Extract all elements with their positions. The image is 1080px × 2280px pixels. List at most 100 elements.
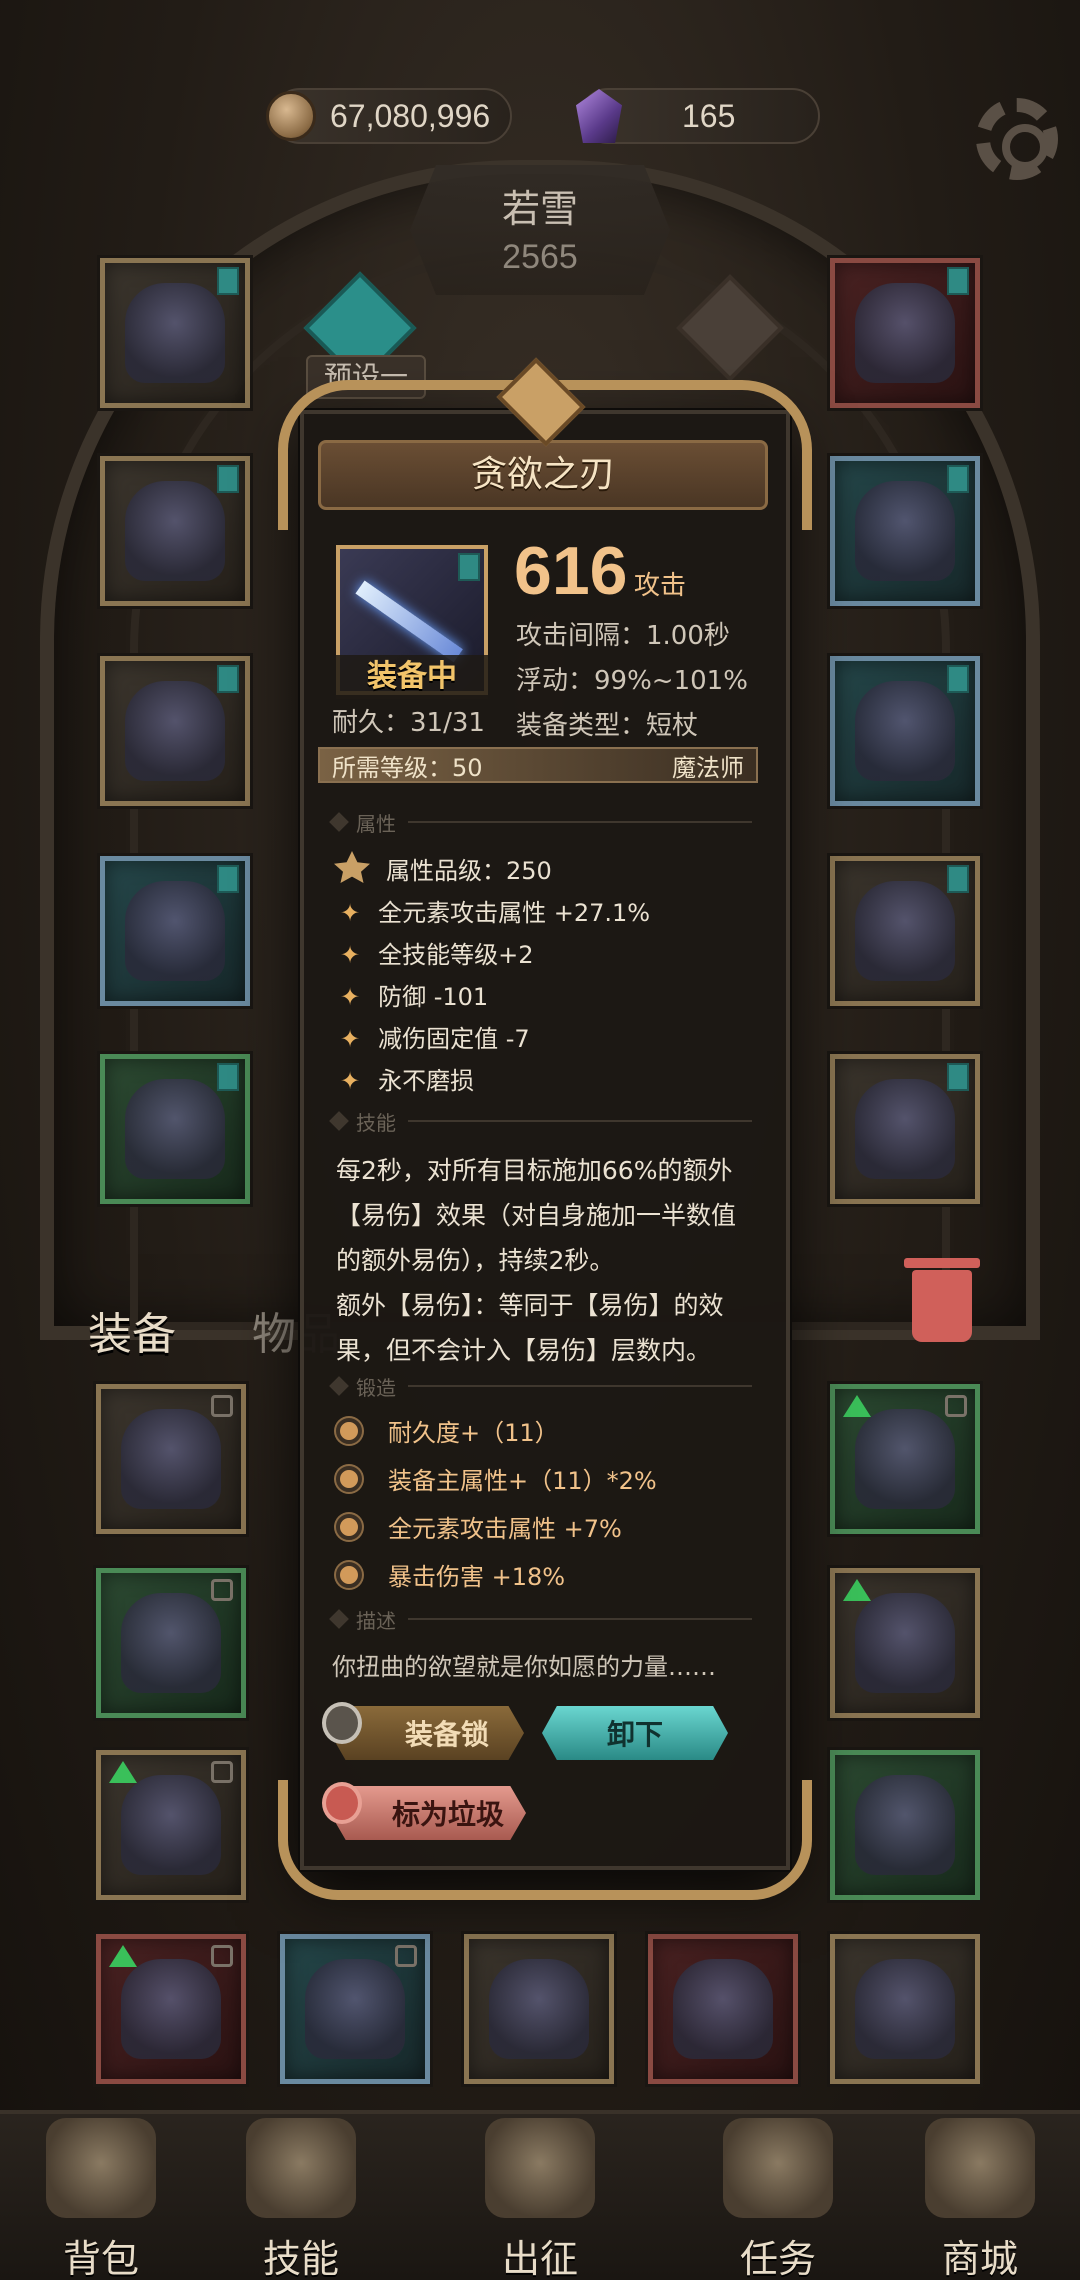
equip-slot-necklace[interactable] xyxy=(830,258,980,408)
forge-text: 暴击伤害 +18% xyxy=(388,1563,566,1591)
skill-line: 的额外易伤），持续2秒。 xyxy=(336,1246,615,1275)
item-description: 你扭曲的欲望就是你如愿的力量…… xyxy=(332,1653,716,1681)
quest-icon xyxy=(723,2118,833,2218)
blade-icon xyxy=(673,1959,773,2059)
boot-icon xyxy=(305,1959,405,2059)
twisted-staff-icon xyxy=(855,1959,955,2059)
equip-slot-cloak[interactable] xyxy=(100,456,250,606)
tag-icon xyxy=(217,1063,239,1091)
equipped-badge: 装备中 xyxy=(336,655,488,699)
class-requirement: 魔法师 xyxy=(672,753,744,782)
nav-skills[interactable]: 技能 xyxy=(226,2118,376,2280)
nav-expedition[interactable]: 出征 xyxy=(465,2118,615,2280)
unequip-button[interactable]: 卸下 xyxy=(542,1706,728,1760)
equip-slot-belt[interactable] xyxy=(830,1054,980,1204)
forge-dot-icon xyxy=(336,1417,362,1444)
staff-icon xyxy=(855,1593,955,1693)
hat-icon xyxy=(121,1409,221,1509)
attack-label: 攻击 xyxy=(634,571,687,601)
inventory-slot[interactable] xyxy=(830,1568,980,1718)
nav-label: 任务 xyxy=(739,2237,816,2280)
forge-dot-icon xyxy=(336,1561,362,1588)
gold-coin-icon xyxy=(266,91,316,141)
equip-slot-helmet[interactable] xyxy=(100,258,250,408)
tag-icon xyxy=(947,465,969,493)
inventory-slot[interactable] xyxy=(96,1934,246,2084)
gold-counter[interactable]: 67,080,996 xyxy=(266,88,512,144)
equip-slot-boots[interactable] xyxy=(100,1054,250,1204)
section-label: 描述 xyxy=(356,1608,396,1633)
equip-slot-gloves[interactable] xyxy=(100,656,250,806)
attack-interval: 攻击间隔：1.00秒 xyxy=(516,621,730,651)
diamond-icon xyxy=(329,1376,349,1396)
nav-label: 技能 xyxy=(262,2237,339,2280)
forge-dot-icon xyxy=(336,1513,362,1540)
nav-label: 商城 xyxy=(941,2237,1018,2280)
section-description: 描述 xyxy=(329,1605,752,1633)
inventory-slot[interactable] xyxy=(96,1750,246,1900)
skill-line: 果，但不会计入【易伤】层数内。 xyxy=(336,1336,712,1365)
expedition-icon xyxy=(485,2118,595,2218)
forge-row: 全元素攻击属性 +7% xyxy=(336,1509,622,1544)
upgrade-arrow-icon xyxy=(843,1395,871,1417)
divider xyxy=(408,1385,752,1387)
necklace-icon xyxy=(855,283,955,383)
nav-shop[interactable]: 商城 xyxy=(905,2118,1055,2280)
inventory-slot[interactable] xyxy=(96,1384,246,1534)
section-label: 属性 xyxy=(356,811,396,836)
sparkle-icon: ✦ xyxy=(340,983,361,1011)
attribute-row: ✦ 全技能等级+2 xyxy=(340,935,534,970)
inventory-slot[interactable] xyxy=(464,1934,614,2084)
gem-amount: 165 xyxy=(682,97,736,134)
sparkle-icon: ✦ xyxy=(340,1025,361,1053)
inventory-slot[interactable] xyxy=(280,1934,430,2084)
inventory-slot[interactable] xyxy=(830,1934,980,2084)
inventory-slot[interactable] xyxy=(830,1750,980,1900)
skill-book-icon xyxy=(246,2118,356,2218)
equip-slot-ring[interactable] xyxy=(830,656,980,806)
inventory-slot[interactable] xyxy=(830,1384,980,1534)
tag-icon xyxy=(947,1063,969,1091)
dress-icon xyxy=(121,1593,221,1693)
equip-slot-bracer[interactable] xyxy=(830,456,980,606)
upgrade-arrow-icon xyxy=(843,1579,871,1601)
equip-type: 装备类型：短杖 xyxy=(516,711,699,741)
gem-counter[interactable]: 165 xyxy=(576,88,820,144)
tab-equipment[interactable]: 装备 xyxy=(88,1298,176,1362)
divider xyxy=(408,1618,752,1620)
attribute-row: ✦ 全元素攻击属性 +27.1% xyxy=(340,893,650,928)
section-label: 锻造 xyxy=(356,1375,396,1400)
lock-icon xyxy=(211,1761,233,1783)
required-level: 所需等级：50 xyxy=(332,753,483,782)
equip-slot-weapon[interactable] xyxy=(830,856,980,1006)
lock-icon xyxy=(211,1945,233,1967)
popup-title-bar: 贪欲之刃 xyxy=(318,440,768,510)
pants-icon xyxy=(125,881,225,981)
lock-icon xyxy=(395,1945,417,1967)
blade-icon xyxy=(355,580,463,663)
section-skill: 技能 xyxy=(329,1107,752,1135)
nav-backpack[interactable]: 背包 xyxy=(26,2118,176,2280)
equip-slot-pants[interactable] xyxy=(100,856,250,1006)
attribute-text: 防御 -101 xyxy=(378,983,489,1011)
bracer-icon xyxy=(855,481,955,581)
belt-bag-icon xyxy=(855,1079,955,1179)
nav-quests[interactable]: 任务 xyxy=(703,2118,853,2280)
attribute-row: ✦ 防御 -101 xyxy=(340,977,488,1012)
inventory-slot[interactable] xyxy=(96,1568,246,1718)
skill-line: 【易伤】效果（对自身施加一半数值 xyxy=(336,1201,737,1230)
settings-gear-icon[interactable] xyxy=(976,98,1058,180)
trash-icon[interactable] xyxy=(904,1258,980,1342)
backpack-icon xyxy=(46,2118,156,2218)
tag-icon xyxy=(217,865,239,893)
button-label: 装备锁 xyxy=(404,1718,489,1751)
skill-description: 每2秒，对所有目标施加66%的额外 【易伤】效果（对自身施加一半数值 的额外易伤… xyxy=(336,1148,756,1373)
lightning-icon xyxy=(855,1775,955,1875)
attribute-text: 全技能等级+2 xyxy=(378,941,534,969)
attribute-row: ✦ 永不磨损 xyxy=(340,1061,474,1096)
lock-icon xyxy=(211,1579,233,1601)
diamond-icon xyxy=(329,1111,349,1131)
inventory-slot[interactable] xyxy=(648,1934,798,2084)
lock-icon xyxy=(211,1395,233,1417)
attribute-text: 永不磨损 xyxy=(378,1067,475,1095)
